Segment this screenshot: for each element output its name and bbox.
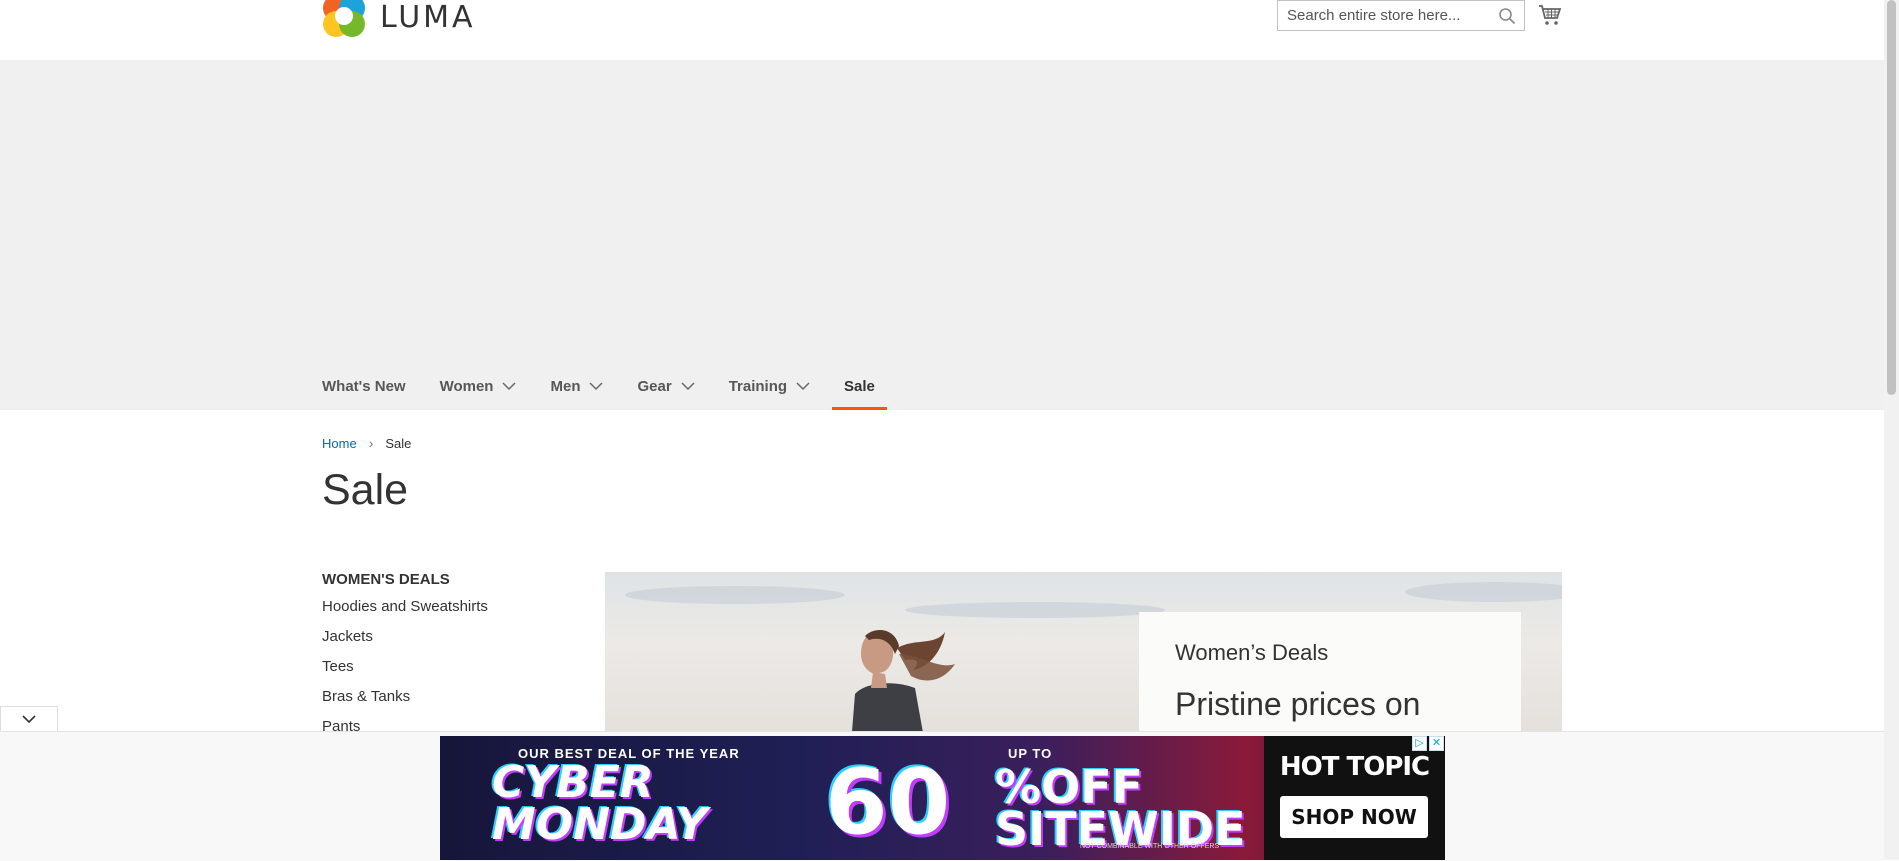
sidebar-link-tees[interactable]: Tees	[322, 657, 488, 687]
sidebar-heading: WOMEN'S DEALS	[322, 571, 450, 588]
chevron-down-icon	[589, 381, 604, 390]
nav-item-label: Training	[728, 377, 788, 395]
search-input[interactable]	[1278, 1, 1506, 30]
ad-collapse-button[interactable]	[0, 706, 58, 731]
nav-item-whats-new[interactable]: What's New	[322, 362, 406, 410]
breadcrumb-home-link[interactable]: Home	[322, 436, 357, 451]
chevron-down-icon	[22, 714, 36, 723]
luma-logo[interactable]: LUMA	[322, 0, 476, 38]
nav-item-sale[interactable]: Sale	[832, 362, 887, 410]
nav-item-label: Women	[439, 377, 494, 395]
breadcrumb: Home › Sale	[322, 435, 411, 451]
runner-image	[851, 630, 955, 732]
chevron-down-icon	[681, 381, 695, 390]
nav-item-training[interactable]: Training	[729, 362, 810, 410]
cart-icon[interactable]	[1538, 3, 1562, 27]
luma-logo-icon	[322, 0, 366, 38]
promo-headline: Pristine prices on	[1175, 686, 1421, 722]
cyber-monday-ad[interactable]: OUR BEST DEAL OF THE YEAR CYBER MONDAY U…	[440, 736, 1445, 860]
ad-monday-word: MONDAY	[492, 799, 708, 850]
cloud-decoration	[905, 602, 1165, 618]
sidebar-link-jackets[interactable]: Jackets	[322, 627, 488, 657]
page-header: LUMA	[0, 0, 1884, 60]
breadcrumb-current: Sale	[385, 435, 412, 451]
page-scrollbar[interactable]	[1884, 0, 1899, 860]
ad-brand-logo: HOT TOPIC	[1279, 752, 1430, 782]
ad-choices-icon[interactable]: ▷	[1412, 736, 1427, 751]
ad-cyber-monday-text: CYBER MONDAY	[492, 757, 708, 850]
ad-shop-now-button[interactable]: SHOP NOW	[1280, 796, 1428, 838]
ad-cyber-word: CYBER	[492, 757, 654, 808]
ad-controls: ▷ ✕	[1412, 736, 1445, 752]
page-title: Sale	[322, 466, 409, 514]
main-navigation: What's New Women Men Gear Training Sale	[322, 362, 921, 410]
ad-brand-panel: HOT TOPIC SHOP NOW	[1264, 736, 1445, 860]
ad-fineprint: NOT COMBINABLE WITH OTHER OFFERS	[1080, 843, 1220, 850]
search-icon[interactable]	[1498, 7, 1516, 25]
nav-item-women[interactable]: Women	[440, 362, 517, 410]
scrollbar-thumb[interactable]	[1887, 0, 1896, 395]
header-banner-area	[0, 60, 1884, 410]
promo-card: Women’s Deals Pristine prices on	[1139, 612, 1521, 732]
logo-text: LUMA	[380, 0, 476, 35]
chevron-down-icon	[796, 381, 810, 390]
sidebar-link-hoodies[interactable]: Hoodies and Sweatshirts	[322, 597, 488, 627]
chevron-down-icon	[502, 381, 517, 390]
nav-item-label: Men	[550, 377, 581, 395]
nav-item-men[interactable]: Men	[550, 362, 604, 410]
sidebar-link-bras-tanks[interactable]: Bras & Tanks	[322, 687, 488, 717]
nav-item-gear[interactable]: Gear	[637, 362, 695, 410]
nav-item-label: Sale	[844, 377, 875, 395]
sale-sidebar: WOMEN'S DEALS Hoodies and Sweatshirts Ja…	[322, 571, 488, 747]
nav-item-label: Gear	[637, 377, 672, 395]
chevron-right-icon: ›	[368, 435, 374, 451]
nav-item-label: What's New	[322, 377, 406, 395]
ad-off-text: %OFF SITEWIDE	[995, 764, 1246, 852]
close-icon[interactable]: ✕	[1429, 736, 1444, 751]
ad-percent: 60	[825, 750, 951, 855]
promo-subtitle: Women’s Deals	[1175, 640, 1329, 665]
womens-deals-promo[interactable]: Women’s Deals Pristine prices on	[605, 572, 1562, 732]
cloud-decoration	[1405, 582, 1562, 602]
search-box[interactable]	[1277, 0, 1525, 31]
ad-up-to: UP TO	[1008, 746, 1053, 761]
cloud-decoration	[625, 586, 845, 604]
